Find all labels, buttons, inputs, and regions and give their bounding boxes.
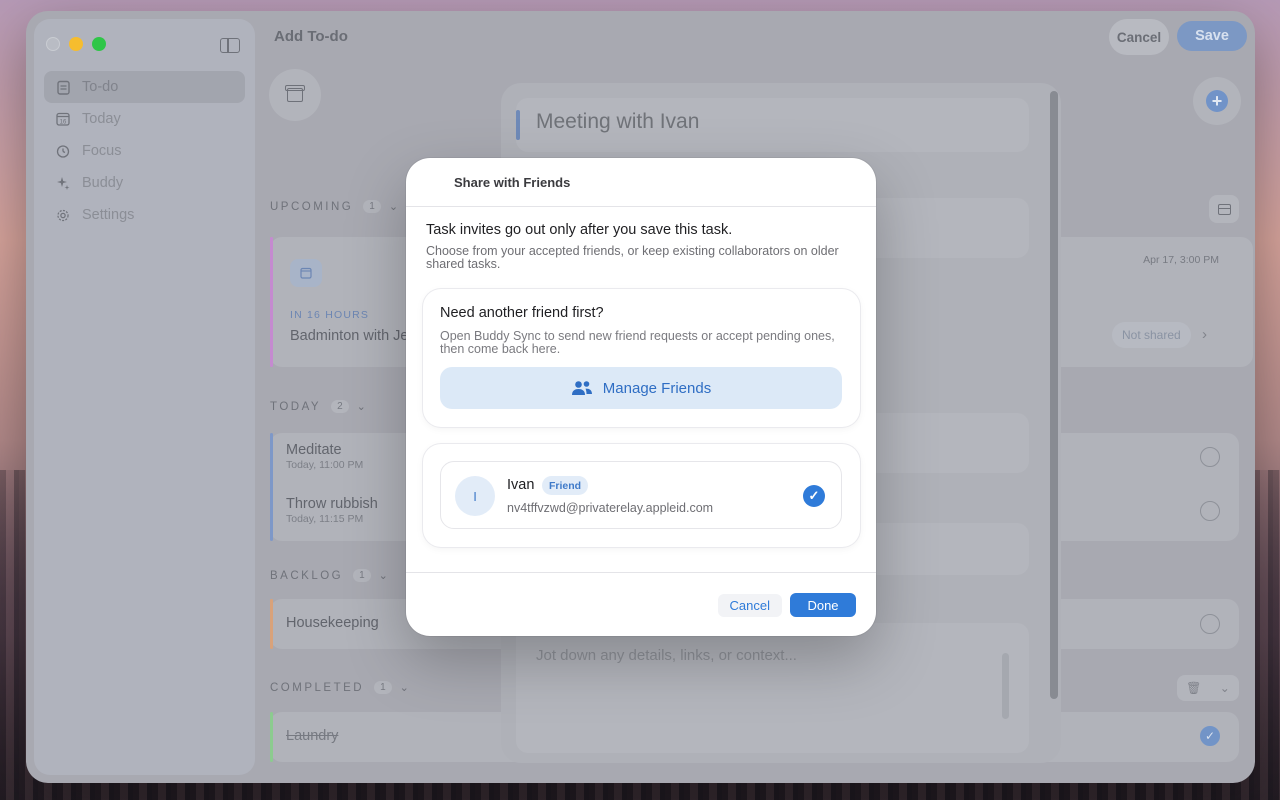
sidebar-item-settings[interactable]: Settings xyxy=(44,199,245,231)
task-time-rubbish: Today, 11:15 PM xyxy=(286,513,364,525)
dialog-title: Share with Friends xyxy=(406,158,876,207)
plus-icon: + xyxy=(1206,90,1228,112)
sidebar-nav: To-do 16 Today Focus Buddy Settings xyxy=(44,71,245,231)
section-count: 1 xyxy=(374,681,392,694)
task-title: Housekeeping xyxy=(286,615,379,631)
section-label: BACKLOG xyxy=(270,569,344,582)
task-title: Badminton with Je xyxy=(290,328,409,344)
task-color-strip xyxy=(270,433,273,541)
page-title: Add To-do xyxy=(274,28,348,45)
sidebar: To-do 16 Today Focus Buddy Settings xyxy=(34,19,255,775)
window-controls xyxy=(46,37,106,51)
trash-icon[interactable]: 🗑 xyxy=(1186,681,1201,695)
chevron-down-icon: ⌄ xyxy=(378,570,388,582)
task-checkbox-housekeeping[interactable] xyxy=(1200,614,1220,634)
task-title-rubbish[interactable]: Throw rubbish xyxy=(286,496,378,512)
add-button[interactable]: + xyxy=(1193,77,1241,125)
list-view-icon xyxy=(1217,203,1231,215)
notes-field[interactable]: Jot down any details, links, or context.… xyxy=(516,623,1029,753)
section-completed-header[interactable]: COMPLETED 1 ⌄ xyxy=(270,681,409,694)
friend-email: nv4tffvzwd@privaterelay.appleid.com xyxy=(507,501,714,515)
section-today-header[interactable]: TODAY 2 ⌄ xyxy=(270,400,366,413)
need-friend-panel: Need another friend first? Open Buddy Sy… xyxy=(423,289,860,427)
sidebar-item-today[interactable]: 16 Today xyxy=(44,103,245,135)
sidebar-item-focus[interactable]: Focus xyxy=(44,135,245,167)
manage-friends-label: Manage Friends xyxy=(602,379,712,397)
dialog-done-button[interactable]: Done xyxy=(790,593,856,617)
archive-button[interactable] xyxy=(269,69,321,121)
calendar-icon xyxy=(290,259,322,287)
chevron-down-icon: ⌄ xyxy=(399,682,409,694)
section-label: COMPLETED xyxy=(270,681,365,694)
timer-icon xyxy=(56,144,70,158)
close-window-button[interactable] xyxy=(46,37,60,51)
chevron-down-icon: ⌄ xyxy=(388,201,399,213)
section-count: 1 xyxy=(363,200,381,213)
chevron-right-icon[interactable]: › xyxy=(1202,326,1207,343)
people-icon xyxy=(571,381,592,395)
sparkle-icon xyxy=(56,176,70,190)
task-checkbox-meditate[interactable] xyxy=(1200,447,1220,467)
section-label: UPCOMING xyxy=(270,200,354,213)
notes-placeholder: Jot down any details, links, or context.… xyxy=(536,647,797,664)
task-time-meditate: Today, 11:00 PM xyxy=(286,459,364,471)
cancel-button[interactable]: Cancel xyxy=(1109,19,1169,55)
clear-completed-controls[interactable]: 🗑 ⌄ xyxy=(1177,675,1239,701)
section-count: 2 xyxy=(331,400,349,413)
sidebar-item-label: To-do xyxy=(82,79,119,95)
section-backlog-header[interactable]: BACKLOG 1 ⌄ xyxy=(270,569,388,582)
editor-scrollbar[interactable] xyxy=(1050,91,1058,699)
friend-row-ivan[interactable]: I Ivan Friend nv4tffvzwd@privaterelay.ap… xyxy=(440,461,842,529)
archive-icon xyxy=(285,85,305,102)
share-with-friends-dialog: Share with Friends Task invites go out o… xyxy=(406,158,876,636)
need-friend-title: Need another friend first? xyxy=(440,305,604,321)
maximize-window-button[interactable] xyxy=(92,37,106,51)
task-title-meditate[interactable]: Meditate xyxy=(286,442,342,458)
clipboard-icon xyxy=(56,80,70,95)
sidebar-item-label: Today xyxy=(82,111,121,127)
sidebar-item-label: Focus xyxy=(82,143,122,159)
task-color-strip xyxy=(270,712,273,762)
manage-friends-button[interactable]: Manage Friends xyxy=(440,367,842,409)
dialog-cancel-button[interactable]: Cancel xyxy=(717,594,782,617)
task-title-field[interactable]: Meeting with Ivan xyxy=(516,98,1029,152)
share-status-badge[interactable]: Not shared xyxy=(1112,322,1191,348)
checkmark-icon[interactable]: ✓ xyxy=(803,485,825,507)
section-count: 1 xyxy=(353,569,371,582)
calendar-16-icon: 16 xyxy=(56,112,70,126)
section-label: TODAY xyxy=(270,400,322,413)
gear-icon xyxy=(56,208,70,222)
sidebar-item-label: Settings xyxy=(82,207,135,223)
chevron-down-icon[interactable]: ⌄ xyxy=(1220,681,1230,695)
dialog-headline: Task invites go out only after you save … xyxy=(426,222,733,238)
sidebar-toggle-icon[interactable] xyxy=(220,38,240,53)
avatar: I xyxy=(455,476,495,516)
friend-status-badge: Friend xyxy=(542,476,589,495)
friends-list-panel: I Ivan Friend nv4tffvzwd@privaterelay.ap… xyxy=(423,444,860,547)
friend-name: Ivan xyxy=(507,477,535,493)
sidebar-item-label: Buddy xyxy=(82,175,124,191)
notes-scrollbar[interactable] xyxy=(1002,653,1009,719)
task-checkbox-rubbish[interactable] xyxy=(1200,501,1220,521)
title-accent-bar xyxy=(516,110,520,140)
svg-text:16: 16 xyxy=(60,119,67,125)
task-color-strip xyxy=(270,237,273,367)
task-color-strip xyxy=(270,599,273,649)
view-toggle-button[interactable] xyxy=(1209,195,1239,223)
minimize-window-button[interactable] xyxy=(69,37,83,51)
task-checkbox-laundry[interactable]: ✓ xyxy=(1200,726,1220,746)
need-friend-subtext: Open Buddy Sync to send new friend reque… xyxy=(440,329,835,356)
task-title: Laundry xyxy=(286,728,339,744)
task-title-value: Meeting with Ivan xyxy=(536,110,700,133)
section-upcoming-header[interactable]: UPCOMING 1 ⌄ xyxy=(270,200,398,213)
save-button[interactable]: Save xyxy=(1177,21,1247,51)
task-eta: IN 16 HOURS xyxy=(290,309,370,321)
chevron-down-icon: ⌄ xyxy=(356,401,366,413)
task-date: Apr 17, 3:00 PM xyxy=(1143,254,1219,266)
sidebar-item-buddy[interactable]: Buddy xyxy=(44,167,245,199)
dialog-subtext: Choose from your accepted friends, or ke… xyxy=(426,244,839,271)
dialog-footer: Cancel Done xyxy=(406,572,876,636)
sidebar-item-todo[interactable]: To-do xyxy=(44,71,245,103)
